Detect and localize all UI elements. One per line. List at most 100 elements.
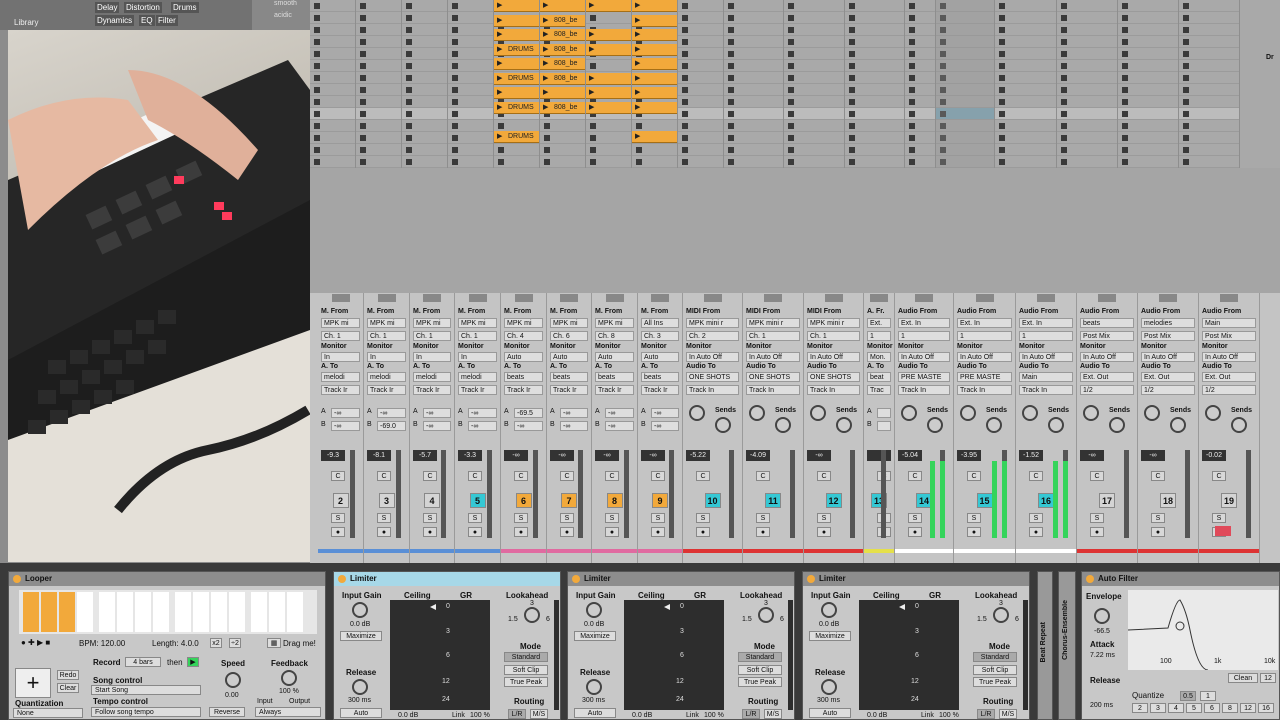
stop-icon[interactable] [999,123,1005,129]
clip-slot[interactable] [1057,96,1117,108]
clip-slot[interactable] [356,144,401,156]
track-activator[interactable]: 5 [469,493,486,508]
stop-icon[interactable] [788,75,794,81]
stop-icon[interactable] [999,15,1005,21]
clip[interactable]: 808_be [540,101,585,114]
clip-slot[interactable] [784,156,844,168]
clip-slot[interactable] [356,24,401,36]
volume-readout[interactable] [867,450,891,461]
clip-slot[interactable] [845,96,904,108]
stop-icon[interactable] [1061,51,1067,57]
send-b-value[interactable]: -∞ [651,421,679,431]
clip-slot[interactable] [784,12,844,24]
clip-slot[interactable] [724,36,783,48]
envelope-knob[interactable] [1094,608,1110,624]
stop-icon[interactable] [909,87,915,93]
monitor-select[interactable]: In [413,352,451,362]
maximize-button[interactable]: Maximize [574,631,616,641]
stop-icon[interactable] [452,87,458,93]
maximize-button[interactable]: Maximize [340,631,382,641]
clip-slot[interactable] [356,0,401,12]
stop-icon[interactable] [1061,123,1067,129]
stop-icon[interactable] [788,99,794,105]
clip-slot[interactable] [1118,144,1178,156]
clip-slot[interactable] [1118,60,1178,72]
input-channel-select[interactable]: Ch. 1 [746,331,800,341]
stop-icon[interactable] [406,87,412,93]
clip-slot[interactable] [724,156,783,168]
stop-icon[interactable] [909,159,915,165]
clip-slot[interactable] [402,24,447,36]
clip-slot[interactable] [905,12,935,24]
clip-slot[interactable] [678,36,723,48]
stop-icon[interactable] [636,147,642,153]
stop-icon[interactable] [498,123,504,129]
clip[interactable] [632,43,677,56]
output-target-select[interactable]: PRE MASTE [957,372,1012,382]
output-target-select[interactable]: beats [550,372,588,382]
stop-icon[interactable] [1061,75,1067,81]
stop-icon[interactable] [849,99,855,105]
stop-icon[interactable] [360,75,366,81]
stop-icon[interactable] [406,111,412,117]
stop-icon[interactable] [999,63,1005,69]
clip-slot[interactable] [1118,84,1178,96]
clip-slot[interactable] [1118,36,1178,48]
stop-icon[interactable] [909,27,915,33]
clip-slot[interactable] [995,96,1056,108]
clip[interactable]: DRUMS [494,101,539,114]
output-target-select[interactable]: Ext. Out [1080,372,1134,382]
output-channel-select[interactable]: 1/2 [1141,385,1195,395]
stop-icon[interactable] [1122,51,1128,57]
stop-icon[interactable] [1122,99,1128,105]
send-a-knob[interactable] [810,405,826,421]
clip[interactable] [586,101,631,114]
input-source-select[interactable]: MPK mi [413,318,451,328]
clip-slot[interactable] [724,0,783,12]
solo-button[interactable]: S [514,513,528,523]
drag-icon[interactable]: ▦ [267,638,281,648]
stop-icon[interactable] [498,159,504,165]
solo-button[interactable]: S [1029,513,1043,523]
clip-slot[interactable] [678,12,723,24]
solo-button[interactable]: S [967,513,981,523]
stop-icon[interactable] [849,39,855,45]
send-b-value[interactable] [877,421,891,431]
stop-icon[interactable] [1183,3,1189,9]
mode-truepeak-button[interactable]: True Peak [973,677,1017,687]
stop-icon[interactable] [682,75,688,81]
stop-icon[interactable] [728,99,734,105]
send-a-knob[interactable] [960,405,976,421]
clip-slot[interactable] [310,12,355,24]
stop-icon[interactable] [728,15,734,21]
clip-slot[interactable] [845,108,904,120]
clip-slot[interactable] [1057,36,1117,48]
clip-slot[interactable] [995,132,1056,144]
clip-slot[interactable] [678,120,723,132]
stop-icon[interactable] [728,39,734,45]
clip-slot[interactable] [310,84,355,96]
output-channel-select[interactable]: Track Ir [413,385,451,395]
limiter-header[interactable]: Limiter [568,572,794,586]
stop-icon[interactable] [360,63,366,69]
tag-distortion[interactable]: Distortion [124,2,162,13]
clip-slot[interactable] [586,144,631,156]
send-a-value[interactable]: -∞ [468,408,497,418]
clip-slot[interactable] [448,156,493,168]
volume-readout[interactable]: -∞ [641,450,665,461]
stop-icon[interactable] [849,111,855,117]
stop-icon[interactable] [1122,123,1128,129]
clip-slot[interactable] [995,24,1056,36]
power-icon[interactable] [572,575,580,583]
solo-button[interactable]: S [331,513,345,523]
reverse-button[interactable]: Reverse [209,707,245,717]
clip-slot[interactable] [1118,132,1178,144]
clip-slot[interactable] [448,0,493,12]
crossfade-button[interactable]: C [331,471,345,481]
clip-slot[interactable] [724,84,783,96]
output-channel-select[interactable]: Track In [957,385,1012,395]
clip-slot[interactable] [678,60,723,72]
stop-icon[interactable] [314,87,320,93]
input-channel-select[interactable]: Ch. 1 [321,331,360,341]
arm-icon[interactable]: ● [908,527,922,537]
